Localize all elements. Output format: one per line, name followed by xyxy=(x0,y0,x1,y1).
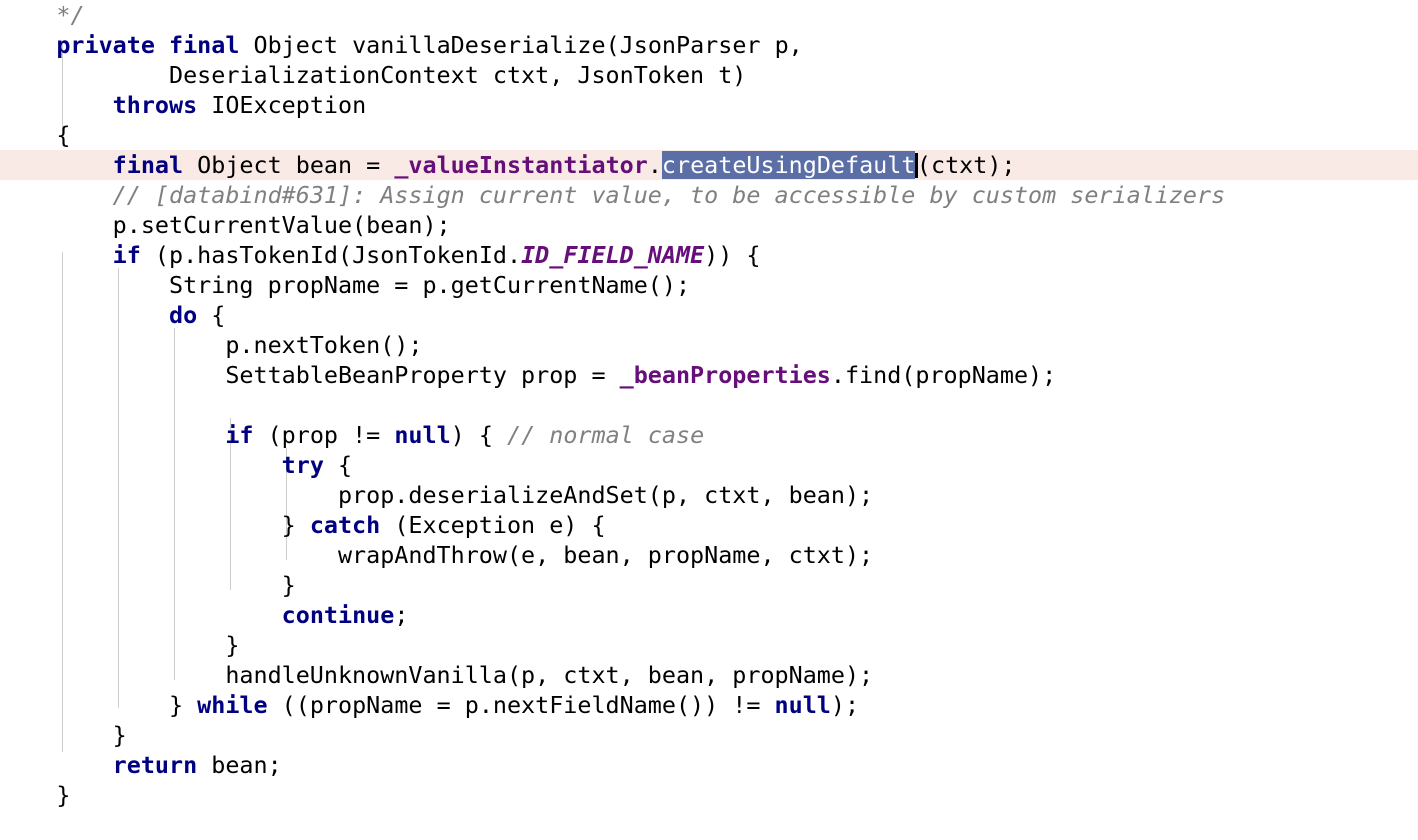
code-token: { xyxy=(197,301,226,329)
code-token: . xyxy=(647,151,662,179)
keyword-token: try xyxy=(281,451,324,479)
code-token: DeserializationContext ctxt, JsonToken t… xyxy=(0,61,747,89)
code-token: { xyxy=(323,451,353,479)
code-token: } xyxy=(0,691,198,719)
code-token: { xyxy=(0,121,71,149)
code-token: } xyxy=(0,511,310,539)
code-token: bean; xyxy=(197,751,282,779)
code-line: prop.deserializeAndSet(p, ctxt, bean); xyxy=(0,480,1418,510)
code-token: prop.deserializeAndSet(p, ctxt, bean); xyxy=(0,481,874,509)
code-line: handleUnknownVanilla(p, ctxt, bean, prop… xyxy=(0,660,1418,690)
code-line: throws IOException xyxy=(0,90,1418,120)
code-line: final Object bean = _valueInstantiator.c… xyxy=(0,150,1418,180)
code-line: } xyxy=(0,630,1418,660)
code-token: p.nextToken(); xyxy=(0,331,423,359)
keyword-token: final xyxy=(112,151,184,179)
code-line: String propName = p.getCurrentName(); xyxy=(0,270,1418,300)
code-token: } xyxy=(0,721,127,749)
keyword-token: return xyxy=(112,751,198,779)
code-line: private final Object vanillaDeserialize(… xyxy=(0,30,1418,60)
code-line: } while ((propName = p.nextFieldName()) … xyxy=(0,690,1418,720)
code-line: p.nextToken(); xyxy=(0,330,1418,360)
field-token: _valueInstantiator xyxy=(394,151,648,179)
comment-token: // normal case xyxy=(507,421,705,449)
code-line: SettableBeanProperty prop = _beanPropert… xyxy=(0,360,1418,390)
code-line: } catch (Exception e) { xyxy=(0,510,1418,540)
code-token: String propName = p.getCurrentName(); xyxy=(0,271,691,299)
selected-text: createUsingDefault xyxy=(661,151,916,179)
code-line: // [databind#631]: Assign current value,… xyxy=(0,180,1418,210)
code-token: } xyxy=(0,571,296,599)
code-token: IOException xyxy=(197,91,367,119)
keyword-token: final xyxy=(169,31,240,59)
code-token: SettableBeanProperty prop = xyxy=(0,361,620,389)
code-text: */ private final Object vanillaDeseriali… xyxy=(0,0,1418,810)
code-token: (prop != xyxy=(253,421,395,449)
code-line: DeserializationContext ctxt, JsonToken t… xyxy=(0,60,1418,90)
keyword-token: do xyxy=(169,301,198,329)
code-line: } xyxy=(0,720,1418,750)
code-line: do { xyxy=(0,300,1418,330)
keyword-token: throws xyxy=(112,91,198,119)
keyword-token: null xyxy=(774,691,831,719)
code-token: Object bean = xyxy=(183,151,395,179)
keyword-token: null xyxy=(394,421,451,449)
code-token: p.setCurrentValue(bean); xyxy=(0,211,451,239)
code-token: Object vanillaDeserialize(JsonParser p, xyxy=(239,31,803,59)
keyword-token: continue xyxy=(281,601,395,629)
keyword-token: if xyxy=(225,421,254,449)
code-line: return bean; xyxy=(0,750,1418,780)
code-line: */ xyxy=(0,0,1418,30)
code-token: handleUnknownVanilla(p, ctxt, bean, prop… xyxy=(0,661,874,689)
code-editor[interactable]: */ private final Object vanillaDeseriali… xyxy=(0,0,1418,840)
keyword-token: catch xyxy=(309,511,381,539)
code-line: } xyxy=(0,780,1418,810)
code-line: if (p.hasTokenId(JsonTokenId.ID_FIELD_NA… xyxy=(0,240,1418,270)
keyword-token: if xyxy=(112,241,141,269)
keyword-token: while xyxy=(197,691,268,719)
keyword-token: private xyxy=(56,31,155,59)
code-token: } xyxy=(0,631,240,659)
code-line: try { xyxy=(0,450,1418,480)
code-token: wrapAndThrow(e, bean, propName, ctxt); xyxy=(0,541,874,569)
code-line: { xyxy=(0,120,1418,150)
code-line: wrapAndThrow(e, bean, propName, ctxt); xyxy=(0,540,1418,570)
code-token: ; xyxy=(394,601,409,629)
code-token: )) { xyxy=(704,241,761,269)
code-line: p.setCurrentValue(bean); xyxy=(0,210,1418,240)
code-token: ) { xyxy=(450,421,508,449)
code-line: } xyxy=(0,570,1418,600)
code-token: ); xyxy=(830,691,860,719)
code-token: .find(propName); xyxy=(830,361,1057,389)
code-token: (Exception e) { xyxy=(380,511,606,539)
code-token: } xyxy=(0,781,71,809)
static-field-token: ID_FIELD_NAME xyxy=(521,241,705,269)
code-line: if (prop != null) { // normal case xyxy=(0,420,1418,450)
comment-token: */ xyxy=(56,1,85,29)
field-token: _beanProperties xyxy=(619,361,831,389)
code-token: (ctxt); xyxy=(916,151,1016,179)
code-token: (p.hasTokenId(JsonTokenId. xyxy=(140,241,522,269)
code-line: continue; xyxy=(0,600,1418,630)
comment-token: // [databind#631]: Assign current value,… xyxy=(112,181,1226,209)
code-token: ((propName = p.nextFieldName()) != xyxy=(267,691,775,719)
